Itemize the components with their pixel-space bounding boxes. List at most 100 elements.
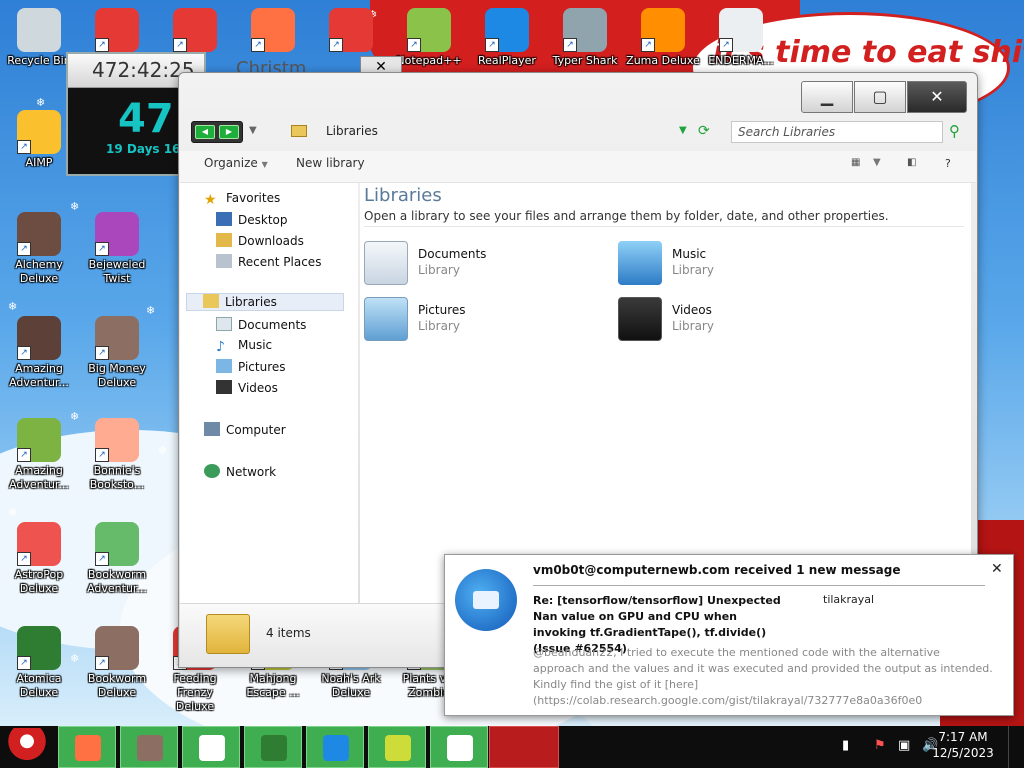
documents-icon [364, 241, 408, 285]
snowflake-icon: ❄ [158, 444, 168, 457]
nav-libraries[interactable]: Libraries [186, 293, 344, 311]
address-dropdown-icon[interactable]: ▼ [679, 125, 687, 136]
desktop-icon-label: Alchemy Deluxe [15, 258, 63, 285]
clock-time[interactable]: 7:17 AM [936, 730, 990, 744]
desktop-icon[interactable]: Recycle Bin [2, 8, 76, 68]
library-name: Music [672, 247, 707, 261]
organize-button[interactable]: Organize ▼ [204, 156, 268, 170]
libraries-icon [206, 614, 250, 654]
help-icon[interactable]: ? [945, 157, 951, 170]
flag-icon[interactable]: ⚑ [874, 738, 886, 753]
desktop-icon[interactable]: ↗ [80, 8, 154, 54]
desktop-icon[interactable]: ↗ Bookworm Deluxe [80, 626, 154, 700]
minimize-button[interactable]: ▁ [801, 81, 853, 113]
mail-notification[interactable]: vm0b0t@computernewb.com received 1 new m… [444, 554, 1014, 716]
back-button[interactable]: ◀ [195, 125, 215, 139]
app-icon: ↗ [17, 316, 61, 360]
desktop-icon[interactable]: ↗ Bookworm Adventur... [80, 522, 154, 596]
shortcut-arrow-icon: ↗ [251, 38, 265, 52]
taskbar-item[interactable] [368, 726, 426, 768]
taskbar-item[interactable] [244, 726, 302, 768]
desktop-icon-label: Bookworm Deluxe [87, 672, 147, 699]
nav-documents[interactable]: Documents [216, 317, 306, 335]
new-library-button[interactable]: New library [296, 156, 365, 170]
desktop-icon[interactable]: ↗ Amazing Adventur... [2, 316, 76, 390]
recent-pages-dropdown-icon[interactable]: ▼ [249, 125, 257, 136]
app-icon: ↗ [641, 8, 685, 52]
address-bar[interactable]: Libraries [326, 124, 378, 138]
desktop-icon[interactable]: ↗ Amazing Adventur... [2, 418, 76, 492]
nav-recent-places[interactable]: Recent Places [216, 254, 321, 272]
search-input[interactable]: Search Libraries [731, 121, 943, 143]
view-options-icon[interactable]: ▦ [851, 157, 860, 168]
desktop-icon[interactable]: ↗ [236, 8, 310, 54]
refresh-icon[interactable]: ⟳ [698, 123, 710, 139]
desktop-icon[interactable]: ↗ ENDERMA... [704, 8, 778, 68]
taskbar-item[interactable] [120, 726, 178, 768]
desktop-icon[interactable]: ↗ Alchemy Deluxe [2, 212, 76, 286]
recent-places-icon [216, 254, 232, 268]
library-videos[interactable]: Videos Library [618, 297, 838, 345]
desktop-icon[interactable]: ↗ Bejeweled Twist [80, 212, 154, 286]
desktop-icon[interactable]: ↗ [158, 8, 232, 54]
desktop-icon[interactable]: ↗ Bonnie's Booksto... [80, 418, 154, 492]
thunderbird-icon [455, 569, 517, 631]
notification-close-button[interactable]: ✕ [991, 561, 1003, 577]
show-desktop-button[interactable] [1008, 726, 1024, 768]
desktop-icon[interactable]: ↗ AIMP [2, 110, 76, 170]
tray-show-icon[interactable]: ▮ [842, 738, 849, 753]
desktop-icon[interactable]: ↗ Notepad++ [392, 8, 466, 68]
nav-music[interactable]: ♪ Music [216, 338, 272, 356]
library-name: Documents [418, 247, 487, 261]
search-icon[interactable]: ⚲ [949, 122, 960, 140]
taskbar: ▮ ⚑ ▣ 🔊 7:17 AM 12/5/2023 [0, 726, 1024, 768]
chevron-down-icon: ▼ [261, 160, 268, 169]
library-music[interactable]: Music Library [618, 241, 838, 289]
desktop-icon[interactable]: ↗ [314, 8, 388, 54]
preview-pane-icon[interactable]: ◧ [907, 157, 916, 168]
shortcut-arrow-icon: ↗ [17, 552, 31, 566]
taskbar-item[interactable] [430, 726, 488, 768]
taskbar-item[interactable] [58, 726, 116, 768]
nav-network[interactable]: Network [204, 464, 276, 482]
desktop-icon[interactable]: ↗ Atomica Deluxe [2, 626, 76, 700]
network-icon [204, 464, 220, 478]
libraries-folder-icon [291, 125, 307, 137]
nav-computer[interactable]: Computer [204, 422, 286, 440]
taskbar-item[interactable] [306, 726, 364, 768]
forward-button[interactable]: ▶ [219, 125, 239, 139]
content-pane: Libraries Open a library to see your fil… [360, 183, 971, 603]
nav-desktop[interactable]: Desktop [216, 212, 288, 230]
network-icon[interactable]: ▣ [898, 738, 910, 753]
desktop-icon[interactable]: ↗ Big Money Deluxe [80, 316, 154, 390]
shortcut-arrow-icon: ↗ [17, 448, 31, 462]
taskbar-item[interactable] [182, 726, 240, 768]
desktop-icon[interactable]: ↗ RealPlayer [470, 8, 544, 68]
pictures-icon [216, 359, 232, 373]
desktop-icon[interactable]: ↗ AstroPop Deluxe [2, 522, 76, 596]
content-subtitle: Open a library to see your files and arr… [364, 209, 889, 223]
library-pictures[interactable]: Pictures Library [364, 297, 584, 345]
nav-favorites[interactable]: ★ Favorites [204, 191, 280, 209]
nav-videos[interactable]: Videos [216, 380, 278, 398]
nav-pictures[interactable]: Pictures [216, 359, 286, 377]
desktop-icon[interactable]: ↗ Typer Shark [548, 8, 622, 68]
shortcut-arrow-icon: ↗ [17, 346, 31, 360]
app-icon: ↗ [251, 8, 295, 52]
chevron-down-icon[interactable]: ▼ [873, 157, 881, 168]
divider [364, 226, 964, 227]
close-button[interactable]: ✕ [907, 81, 967, 113]
start-button[interactable] [4, 728, 50, 766]
desktop-icon[interactable]: ↗ Zuma Deluxe [626, 8, 700, 68]
shortcut-arrow-icon: ↗ [95, 552, 109, 566]
library-documents[interactable]: Documents Library [364, 241, 584, 289]
app-icon [385, 735, 411, 761]
app-icon: ↗ [17, 626, 61, 670]
app-icon [137, 735, 163, 761]
clock-date[interactable]: 12/5/2023 [930, 746, 996, 760]
nav-downloads[interactable]: Downloads [216, 233, 304, 251]
maximize-button[interactable]: ▢ [854, 81, 906, 113]
desktop-icon-label: AstroPop Deluxe [14, 568, 64, 595]
shortcut-arrow-icon: ↗ [17, 656, 31, 670]
desktop-icon-label: Bejeweled Twist [88, 258, 146, 285]
